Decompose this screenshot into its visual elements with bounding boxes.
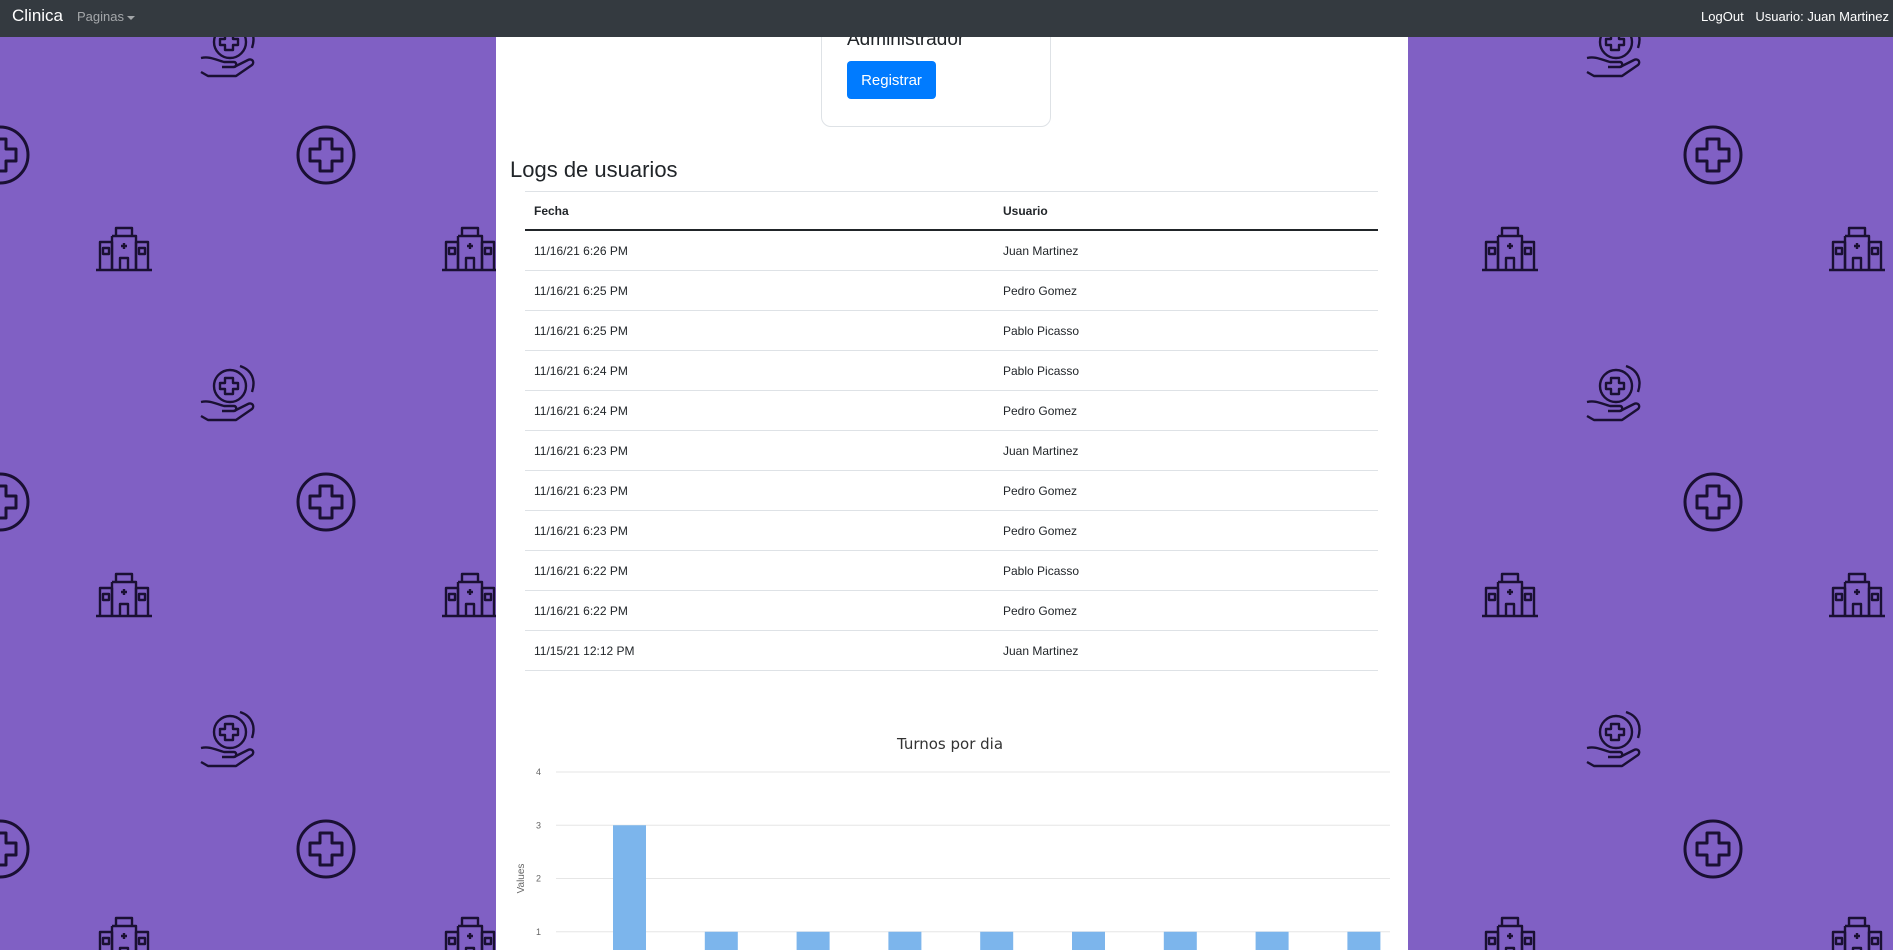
chart-bar (1255, 931, 1289, 950)
chart-bar (796, 931, 830, 950)
log-user-cell: Pedro Gomez (994, 590, 1378, 631)
log-user-cell: Pedro Gomez (994, 270, 1378, 311)
table-row: 11/16/21 6:22 PM Pedro Gomez (525, 590, 1378, 631)
log-date-cell: 11/16/21 6:22 PM (525, 550, 994, 591)
log-date-cell: 11/16/21 6:25 PM (525, 310, 994, 351)
log-user-cell: Pablo Picasso (994, 310, 1378, 351)
y-tick-label: 2 (536, 874, 541, 884)
log-date-cell: 11/16/21 6:23 PM (525, 510, 994, 551)
pages-dropdown[interactable]: Paginas (77, 9, 135, 24)
y-tick-label: 1 (536, 927, 541, 937)
table-row: 11/16/21 6:22 PM Pablo Picasso (525, 550, 1378, 591)
log-user-cell: Pablo Picasso (994, 550, 1378, 591)
chart-bar (1072, 931, 1105, 950)
table-row: 11/16/21 6:25 PM Pablo Picasso (525, 310, 1378, 351)
navbar-right: LogOut Usuario: Juan Martinez (1701, 9, 1889, 24)
table-row: 11/16/21 6:26 PM Juan Martinez (525, 230, 1378, 271)
logs-table-body: 11/16/21 6:26 PM Juan Martinez 11/16/21 6:… (525, 230, 1378, 671)
chart-title: Turnos por dia (896, 735, 1003, 753)
table-row: 11/16/21 6:23 PM Pedro Gomez (525, 470, 1378, 511)
brand-link[interactable]: Clinica (12, 6, 63, 26)
table-row: 11/16/21 6:25 PM Pedro Gomez (525, 270, 1378, 311)
chart-bar (704, 931, 738, 950)
table-row: 11/15/21 12:12 PM Juan Martinez (525, 630, 1378, 671)
admin-card: Administrador Registrar (821, 37, 1051, 127)
log-user-cell: Juan Martinez (994, 630, 1378, 671)
log-user-cell: Juan Martinez (994, 430, 1378, 471)
column-header-fecha: Fecha (525, 191, 994, 231)
y-tick-label: 3 (536, 820, 541, 830)
column-header-usuario: Usuario (994, 191, 1378, 231)
admin-card-title: Administrador (847, 37, 965, 50)
log-date-cell: 11/16/21 6:22 PM (525, 590, 994, 631)
chart-bar (980, 931, 1014, 950)
main-content: Administrador Registrar Logs de usuarios… (496, 37, 1408, 950)
log-user-cell: Juan Martinez (994, 230, 1378, 271)
top-navbar: Clinica Paginas LogOut Usuario: Juan Mar… (0, 0, 1893, 37)
log-date-cell: 11/16/21 6:24 PM (525, 390, 994, 431)
log-date-cell: 11/16/21 6:24 PM (525, 350, 994, 391)
log-user-cell: Pedro Gomez (994, 390, 1378, 431)
logs-title: Logs de usuarios (510, 157, 678, 182)
caret-down-icon (126, 15, 135, 20)
log-date-cell: 11/16/21 6:25 PM (525, 270, 994, 311)
turnos-bar-chart: Turnos por dia01234Values (516, 735, 1390, 950)
table-row: 11/16/21 6:23 PM Juan Martinez (525, 430, 1378, 471)
log-date-cell: 11/16/21 6:23 PM (525, 470, 994, 511)
log-user-cell: Pedro Gomez (994, 470, 1378, 511)
y-axis-label: Values (516, 864, 527, 894)
logout-link[interactable]: LogOut (1701, 9, 1744, 24)
chart-bar (1347, 931, 1381, 950)
y-tick-label: 4 (536, 767, 541, 777)
chart-bar (888, 931, 922, 950)
pages-dropdown-label: Paginas (77, 9, 124, 24)
chart-bar (613, 825, 646, 950)
table-header-row: Fecha Usuario (525, 191, 1378, 231)
table-row: 11/16/21 6:24 PM Pablo Picasso (525, 350, 1378, 391)
register-button[interactable]: Registrar (847, 61, 936, 99)
table-row: 11/16/21 6:24 PM Pedro Gomez (525, 390, 1378, 431)
log-user-cell: Pablo Picasso (994, 350, 1378, 391)
log-date-cell: 11/15/21 12:12 PM (525, 630, 994, 671)
log-date-cell: 11/16/21 6:23 PM (525, 430, 994, 471)
logs-table: Fecha Usuario 11/16/21 6:26 PM Juan Marti… (525, 191, 1378, 671)
current-user-label: Usuario: Juan Martinez (1755, 9, 1889, 24)
table-row: 11/16/21 6:23 PM Pedro Gomez (525, 510, 1378, 551)
chart-bar (1163, 931, 1197, 950)
log-date-cell: 11/16/21 6:26 PM (525, 230, 994, 271)
log-user-cell: Pedro Gomez (994, 510, 1378, 551)
